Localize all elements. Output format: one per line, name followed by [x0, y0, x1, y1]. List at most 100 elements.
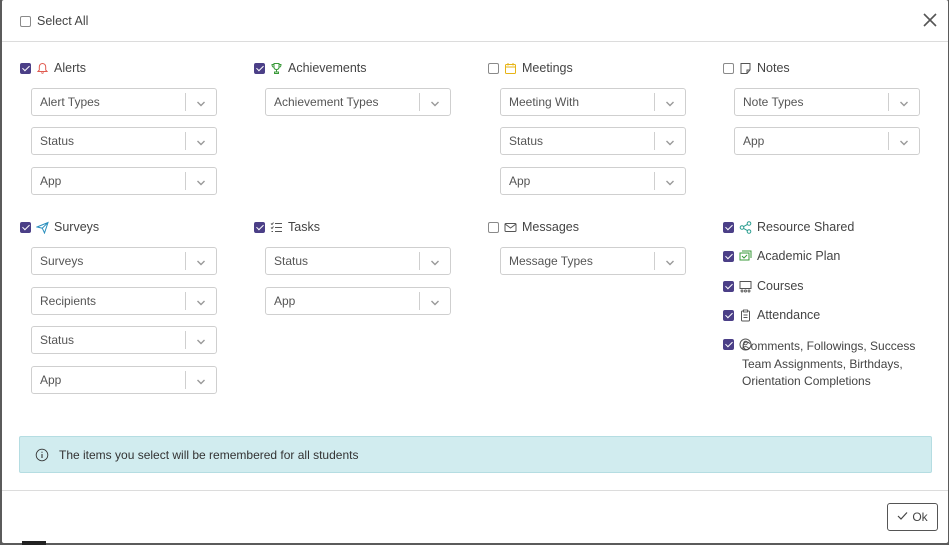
survey-status-dropdown[interactable]: Status	[31, 326, 217, 354]
chevron-down-icon	[665, 137, 675, 151]
meeting-status-dropdown[interactable]: Status	[500, 127, 686, 155]
section-notes: Notes	[723, 60, 790, 76]
notes-label: Notes	[757, 61, 790, 75]
dropdown-label: App	[743, 134, 765, 148]
chevron-down-icon	[196, 336, 206, 350]
select-all-box[interactable]	[20, 15, 31, 27]
academic-plan-checkbox[interactable]	[723, 250, 734, 262]
note-types-dropdown[interactable]: Note Types	[734, 88, 920, 116]
chevron-down-icon	[665, 257, 675, 271]
alerts-label: Alerts	[54, 61, 86, 75]
attendance-label: Attendance	[757, 308, 821, 322]
select-all-checkbox[interactable]: Select All	[20, 13, 88, 29]
dropdown-separator	[419, 292, 420, 310]
background-fragment	[22, 541, 46, 545]
dropdown-separator	[185, 252, 186, 270]
calendar-icon	[504, 62, 517, 75]
task-app-dropdown[interactable]: App	[265, 287, 451, 315]
paper-plane-icon	[36, 221, 49, 234]
envelope-icon	[504, 221, 517, 234]
task-status-dropdown[interactable]: Status	[265, 247, 451, 275]
note-app-dropdown[interactable]: App	[734, 127, 920, 155]
dropdown-label: Surveys	[40, 254, 84, 268]
courses-label: Courses	[757, 279, 804, 293]
tasks-label: Tasks	[288, 220, 320, 234]
meeting-app-dropdown[interactable]: App	[500, 167, 686, 195]
achievements-checkbox[interactable]	[254, 62, 265, 74]
info-icon	[35, 448, 49, 462]
dropdown-separator	[654, 93, 655, 111]
dropdown-label: App	[274, 294, 296, 308]
dropdown-separator	[185, 93, 186, 111]
attendance-checkbox[interactable]	[723, 309, 734, 321]
alert-app-dropdown[interactable]: App	[31, 167, 217, 195]
meetings-checkbox[interactable]	[488, 62, 499, 74]
dropdown-separator	[654, 172, 655, 190]
close-icon[interactable]	[920, 10, 940, 30]
dropdown-separator	[419, 93, 420, 111]
surveys-dropdown[interactable]: Surveys	[31, 247, 217, 275]
chevron-down-icon	[196, 376, 206, 390]
section-surveys: Surveys	[20, 219, 99, 235]
academic-plan-label: Academic Plan	[757, 249, 841, 263]
messages-label: Messages	[522, 220, 579, 234]
dropdown-label: Status	[509, 134, 544, 148]
tasks-checkbox[interactable]	[254, 221, 265, 233]
chevron-down-icon	[196, 98, 206, 112]
info-message: The items you select will be remembered …	[59, 447, 359, 462]
dropdown-label: App	[509, 174, 531, 188]
note-icon	[739, 62, 752, 75]
section-achievements: Achievements	[254, 60, 367, 76]
dropdown-label: Status	[274, 254, 309, 268]
ok-button[interactable]: Ok	[887, 503, 938, 531]
footer-divider	[2, 490, 948, 491]
section-alerts: Alerts	[20, 60, 86, 76]
filter-modal: Select All Alerts Achievements Meetings …	[2, 0, 948, 543]
dropdown-label: Alert Types	[40, 95, 100, 109]
resource-shared-checkbox[interactable]	[723, 221, 734, 233]
comments-label-text: Comments, Followings, Success Team Assig…	[742, 339, 916, 388]
dropdown-separator	[185, 172, 186, 190]
info-alert: The items you select will be remembered …	[19, 436, 932, 473]
extra-attendance: Attendance	[723, 307, 820, 323]
dropdown-separator	[185, 331, 186, 349]
section-tasks: Tasks	[254, 219, 320, 235]
check-icon	[897, 510, 908, 524]
extra-academic-plan: Academic Plan	[723, 248, 840, 264]
chevron-down-icon	[665, 98, 675, 112]
dropdown-label: App	[40, 373, 62, 387]
chevron-down-icon	[430, 297, 440, 311]
meeting-with-dropdown[interactable]: Meeting With	[500, 88, 686, 116]
recipients-dropdown[interactable]: Recipients	[31, 287, 217, 315]
extra-courses: Courses	[723, 278, 804, 294]
dropdown-separator	[185, 371, 186, 389]
section-meetings: Meetings	[488, 60, 573, 76]
surveys-checkbox[interactable]	[20, 221, 31, 233]
select-all-label: Select All	[37, 14, 89, 28]
achievement-types-dropdown[interactable]: Achievement Types	[265, 88, 451, 116]
dropdown-label: Status	[40, 333, 75, 347]
chevron-down-icon	[899, 98, 909, 112]
achievements-label: Achievements	[288, 61, 367, 75]
messages-checkbox[interactable]	[488, 221, 499, 233]
dropdown-label: App	[40, 174, 62, 188]
task-list-icon	[270, 221, 283, 234]
chevron-down-icon	[196, 257, 206, 271]
dropdown-label: Achievement Types	[274, 95, 379, 109]
chevron-down-icon	[196, 177, 206, 191]
dropdown-separator	[185, 132, 186, 150]
survey-app-dropdown[interactable]: App	[31, 366, 217, 394]
alert-status-dropdown[interactable]: Status	[31, 127, 217, 155]
dropdown-separator	[185, 292, 186, 310]
courses-checkbox[interactable]	[723, 280, 734, 292]
chevron-down-icon	[196, 137, 206, 151]
meetings-label: Meetings	[522, 61, 573, 75]
message-types-dropdown[interactable]: Message Types	[500, 247, 686, 275]
dropdown-separator	[654, 252, 655, 270]
dropdown-separator	[654, 132, 655, 150]
alerts-checkbox[interactable]	[20, 62, 31, 74]
courses-icon	[739, 280, 752, 293]
notes-checkbox[interactable]	[723, 62, 734, 74]
alert-types-dropdown[interactable]: Alert Types	[31, 88, 217, 116]
ok-label: Ok	[912, 510, 928, 524]
